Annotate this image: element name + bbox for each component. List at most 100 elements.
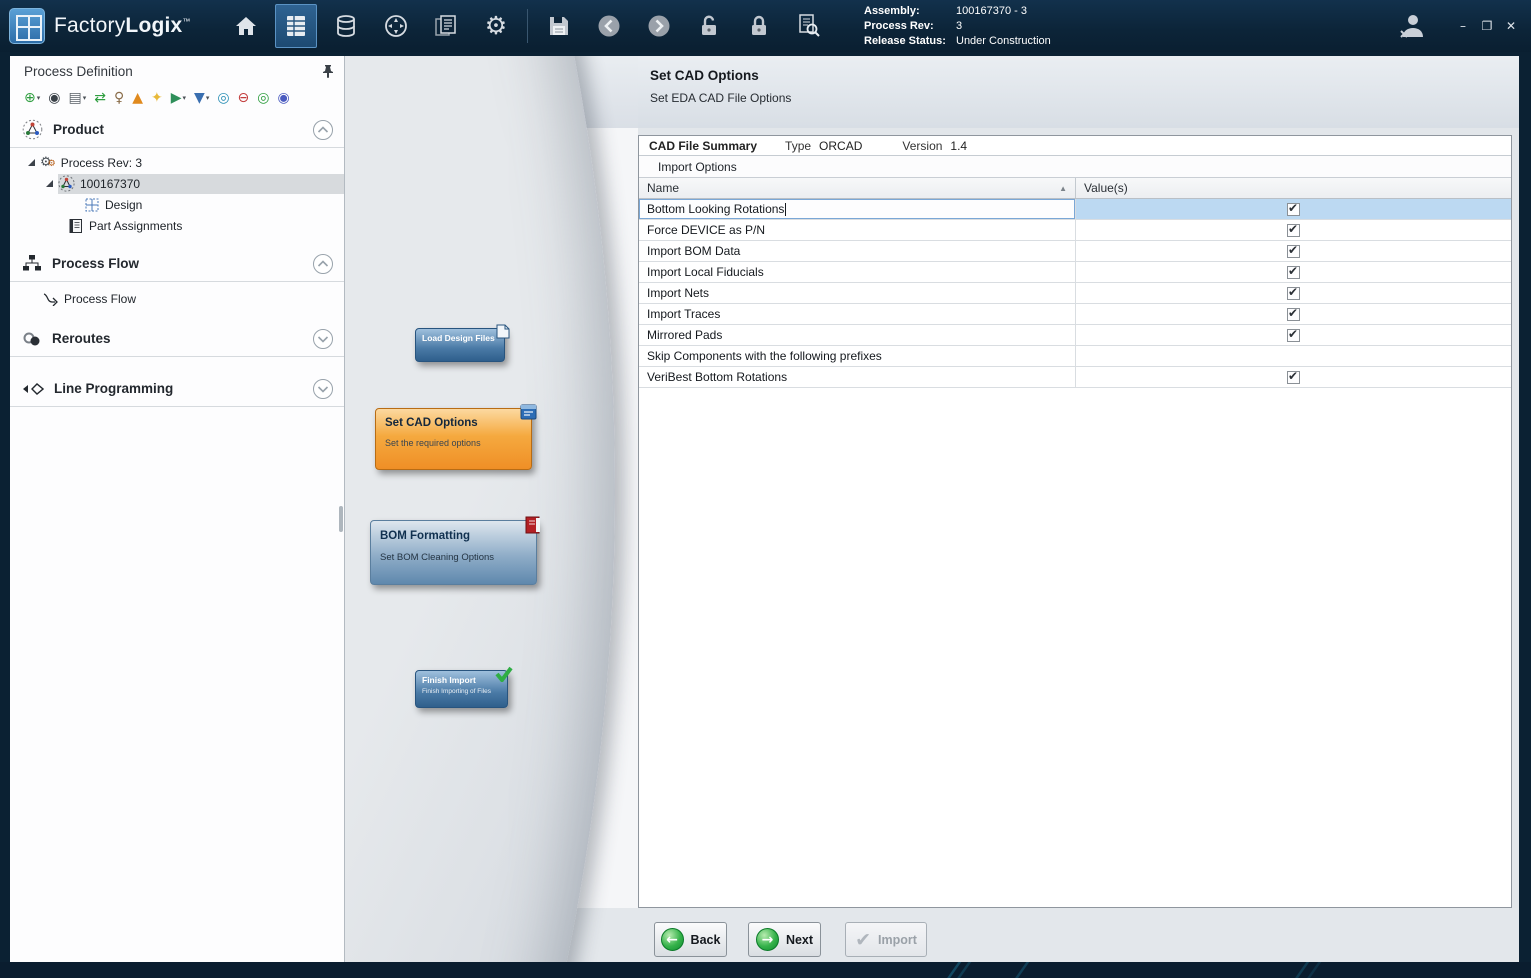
process-definition-button[interactable]: [275, 4, 317, 48]
close-button[interactable]: ✕: [1501, 17, 1521, 35]
table-row[interactable]: Mirrored Pads: [639, 325, 1511, 346]
audit-search-button[interactable]: [788, 4, 830, 48]
back-nav-button[interactable]: [588, 4, 630, 48]
section-line-programming[interactable]: Line Programming: [10, 371, 344, 407]
network-icon[interactable]: ◉: [46, 90, 62, 106]
tree-item-label: Process Flow: [64, 292, 136, 306]
line-programming-icon: [22, 381, 44, 397]
filter-button[interactable]: ▼▾: [192, 90, 211, 106]
option-value-cell[interactable]: [1076, 262, 1511, 282]
wizard-step-load-design-files[interactable]: Load Design Files: [415, 328, 505, 362]
home-icon: [233, 13, 259, 39]
tree-item-assembly[interactable]: 100167370: [10, 173, 344, 194]
option-name-cell[interactable]: Bottom Looking Rotations: [639, 199, 1076, 219]
option-value-cell[interactable]: [1076, 325, 1511, 345]
option-name-cell[interactable]: VeriBest Bottom Rotations: [639, 367, 1076, 387]
product-icon: [22, 119, 43, 140]
row-checkbox[interactable]: [1287, 371, 1300, 384]
forward-nav-button[interactable]: [638, 4, 680, 48]
tree-item-process-flow[interactable]: Process Flow: [10, 288, 344, 309]
row-checkbox[interactable]: [1287, 203, 1300, 216]
option-name-cell[interactable]: Force DEVICE as P/N: [639, 220, 1076, 240]
section-process-flow[interactable]: Process Flow: [10, 246, 344, 282]
print-button[interactable]: ▤▾: [66, 90, 88, 106]
expand-toggle-icon[interactable]: [28, 159, 35, 166]
option-name-cell[interactable]: Import BOM Data: [639, 241, 1076, 261]
add-button[interactable]: ⊕▾: [22, 90, 42, 106]
user-session-button[interactable]: [1391, 4, 1433, 48]
plumb-icon[interactable]: ♀: [112, 90, 126, 106]
minimize-button[interactable]: –: [1453, 17, 1473, 35]
sidebar-scrollbar[interactable]: [339, 506, 343, 532]
database-button[interactable]: [325, 4, 367, 48]
step-title: Load Design Files: [422, 333, 498, 343]
globe-icon[interactable]: ◎: [215, 90, 231, 106]
wizard-step-set-cad-options[interactable]: Set CAD Options Set the required options: [375, 408, 532, 470]
row-checkbox[interactable]: [1287, 329, 1300, 342]
row-checkbox[interactable]: [1287, 287, 1300, 300]
table-row[interactable]: Skip Components with the following prefi…: [639, 346, 1511, 367]
settings-button[interactable]: ⚙: [475, 4, 517, 48]
option-value-cell[interactable]: [1076, 283, 1511, 303]
tree-item-design[interactable]: Design: [10, 194, 344, 215]
import-button[interactable]: ✔ Import: [845, 922, 927, 957]
tree-item-part-assignments[interactable]: Part Assignments: [10, 215, 344, 236]
option-name-cell[interactable]: Import Traces: [639, 304, 1076, 324]
collapse-down-button[interactable]: [312, 328, 334, 350]
option-value-cell[interactable]: [1076, 346, 1511, 366]
lock-button[interactable]: [738, 4, 780, 48]
table-row[interactable]: Import Local Fiducials: [639, 262, 1511, 283]
compare-arrows-button[interactable]: ⇄: [92, 90, 108, 106]
navigator-button[interactable]: [375, 4, 417, 48]
table-row[interactable]: Import Nets: [639, 283, 1511, 304]
exclude-icon[interactable]: ⊖: [236, 90, 252, 106]
wizard-step-finish-import[interactable]: Finish Import Finish Importing of Files: [415, 670, 508, 708]
maximize-button[interactable]: ❐: [1477, 17, 1497, 35]
option-value-cell[interactable]: [1076, 241, 1511, 261]
pin-icon[interactable]: [322, 64, 334, 78]
row-checkbox[interactable]: [1287, 245, 1300, 258]
unlock-button[interactable]: [688, 4, 730, 48]
row-checkbox[interactable]: [1287, 266, 1300, 279]
table-row[interactable]: Import BOM Data: [639, 241, 1511, 262]
back-button[interactable]: ← Back: [654, 922, 727, 957]
section-product[interactable]: Product: [10, 112, 344, 148]
name-column-header[interactable]: Name ▲: [639, 178, 1076, 198]
save-button[interactable]: [538, 4, 580, 48]
row-checkbox[interactable]: [1287, 308, 1300, 321]
row-checkbox[interactable]: [1287, 224, 1300, 237]
option-name-cell[interactable]: Import Local Fiducials: [639, 262, 1076, 282]
value-column-header[interactable]: Value(s): [1076, 178, 1511, 198]
option-value-cell[interactable]: [1076, 304, 1511, 324]
sidebar-title: Process Definition: [24, 64, 322, 79]
status-green-icon[interactable]: ◎: [255, 90, 271, 106]
option-name-cell[interactable]: Skip Components with the following prefi…: [639, 346, 1076, 366]
home-button[interactable]: [225, 4, 267, 48]
export-button[interactable]: ▶▾: [169, 90, 188, 106]
option-value-cell[interactable]: [1076, 199, 1511, 219]
table-row[interactable]: Bottom Looking Rotations: [639, 199, 1511, 220]
expand-toggle-icon[interactable]: [46, 180, 53, 187]
flower-icon[interactable]: ✦: [149, 90, 165, 106]
table-row[interactable]: VeriBest Bottom Rotations: [639, 367, 1511, 388]
collapse-down-button[interactable]: [312, 378, 334, 400]
table-row[interactable]: Force DEVICE as P/N: [639, 220, 1511, 241]
tree-item-label: Part Assignments: [89, 219, 182, 233]
user-icon: [1397, 12, 1427, 40]
table-row[interactable]: Import Traces: [639, 304, 1511, 325]
option-value-cell[interactable]: [1076, 220, 1511, 240]
tree-item-process-rev[interactable]: ⚙⚙ Process Rev: 3: [10, 152, 344, 173]
import-options-group-header[interactable]: Import Options: [639, 156, 1511, 178]
option-value-cell[interactable]: [1076, 367, 1511, 387]
wizard-step-bom-formatting[interactable]: BOM Formatting Set BOM Cleaning Options: [370, 520, 537, 585]
toolbar-separator: [527, 9, 528, 43]
status-blue-icon[interactable]: ◉: [276, 90, 292, 106]
documents-button[interactable]: [425, 4, 467, 48]
collapse-up-button[interactable]: [312, 119, 334, 141]
section-reroutes[interactable]: Reroutes: [10, 321, 344, 357]
option-name-cell[interactable]: Mirrored Pads: [639, 325, 1076, 345]
flask-icon[interactable]: ▲: [130, 90, 145, 106]
collapse-up-button[interactable]: [312, 253, 334, 275]
next-button[interactable]: → Next: [748, 922, 821, 957]
option-name-cell[interactable]: Import Nets: [639, 283, 1076, 303]
